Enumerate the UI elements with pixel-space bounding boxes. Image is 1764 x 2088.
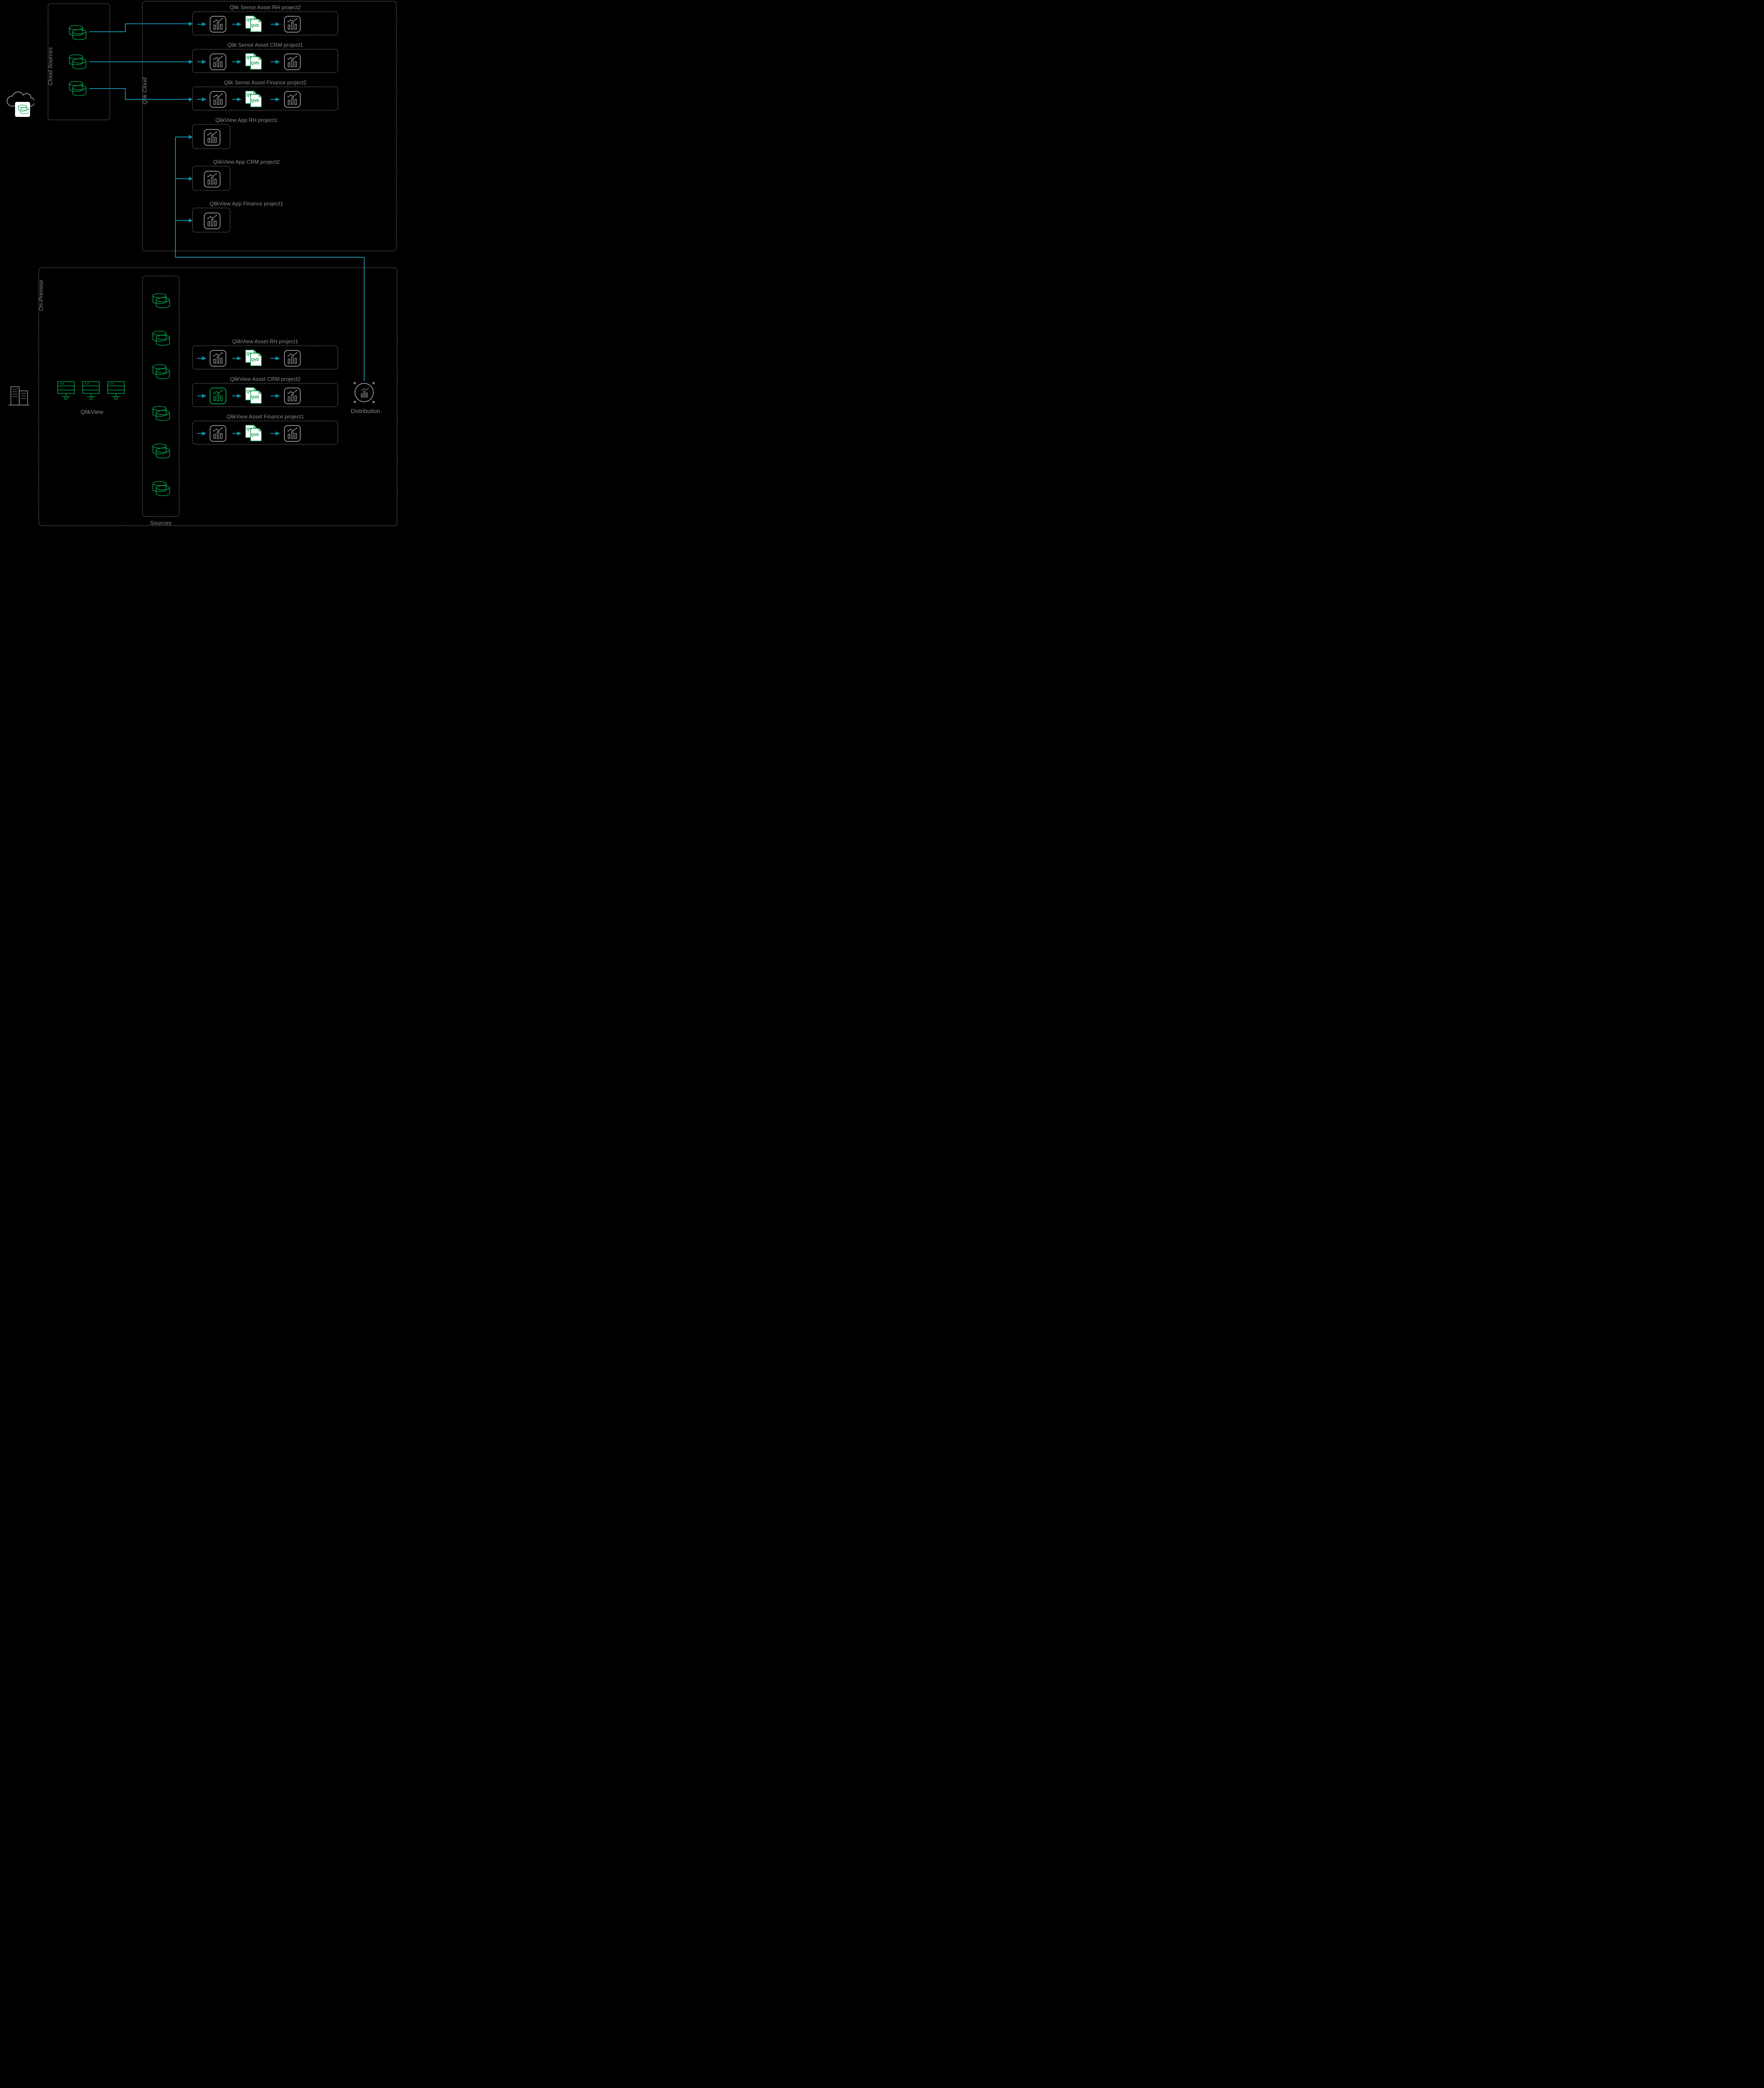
onprem-asset: QlikView Asset RH project1 QV QVD [192,338,338,370]
cloud-asset: QlikView App RH project1 [192,117,301,149]
building-icon [8,384,32,408]
asset-title: QlikView Asset Finance project1 [192,413,338,420]
asset-title: Qlik Sense Asset CRM project1 [192,42,338,48]
asset-box [192,208,231,233]
sources-label: Sources [142,519,180,526]
qv-label: QV [246,352,252,356]
asset-title: QlikView Asset RH project1 [192,338,338,345]
asset-box: QV QVD [192,345,338,370]
cloud-asset: Qlik Sense Asset RH project2 QV QVD [192,4,338,35]
qv-label: QV [246,55,252,59]
qvd-label: QVD [251,433,259,437]
onprem-db-icon [150,330,172,347]
asset-title: QlikView App RH project1 [192,117,301,123]
asset-title: QlikView App CRM project2 [192,159,301,165]
onprem-db-icon [150,363,172,381]
onprem-db-icon [150,480,172,498]
onprem-db-icon [150,443,172,460]
diagram-stage: Cloud Sources Qlik Cloud Qlik Sense Asse… [0,0,405,535]
qv-label: QV [246,427,252,431]
cloud-db-icon [66,24,89,42]
cloud-asset: QlikView App CRM project2 [192,159,301,191]
server-icon [107,380,127,401]
asset-box: QV QVD [192,11,338,35]
qvd-label: QVD [251,99,259,103]
asset-box: QV QVD [192,421,338,445]
cloud-db-icon [66,80,89,98]
qvd-label: QVD [251,395,259,399]
asset-title: Qlik Sense Asset Finance project2 [192,79,338,86]
cloud-asset: Qlik Sense Asset CRM project1 QV QVD [192,42,338,73]
cloud-db-icon [66,53,89,71]
onprem-asset: QlikView Asset Finance project1 QV QVD [192,413,338,445]
onprem-asset: QlikView Asset CRM project2 QV QVD [192,376,338,407]
asset-title: Qlik Sense Asset RH project2 [192,4,338,10]
qvd-label: QVD [251,357,259,362]
distribution-icon [353,382,377,405]
server-icon [57,380,77,401]
cloud-asset: QlikView App Finance project1 [192,200,301,233]
asset-title: QlikView App Finance project1 [192,200,301,207]
qv-label: QV [246,389,252,393]
cloud-asset: Qlik Sense Asset Finance project2 QV QVD [192,79,338,111]
cloud-sources-label: Cloud Sources [47,47,53,86]
asset-box: QV QVD [192,383,338,407]
onprem-db-icon [150,292,172,310]
asset-box [192,124,231,149]
server-icon [82,380,102,401]
qvd-label: QVD [251,23,259,28]
distribution-label: Distribution [347,408,383,414]
qlik-cloud-label: Qlik Cloud [141,77,148,104]
asset-box [192,166,231,191]
cloud-db-white-icon [15,102,30,117]
asset-title: QlikView Asset CRM project2 [192,376,338,382]
qvd-label: QVD [251,61,259,65]
qv-label: QV [246,18,252,22]
onprem-db-icon [150,405,172,423]
on-premise-label: On-Premise [38,280,44,311]
qv-label: QV [246,93,252,97]
asset-box: QV QVD [192,86,338,111]
asset-box: QV QVD [192,49,338,73]
qlikview-label: QlikView [57,408,127,415]
